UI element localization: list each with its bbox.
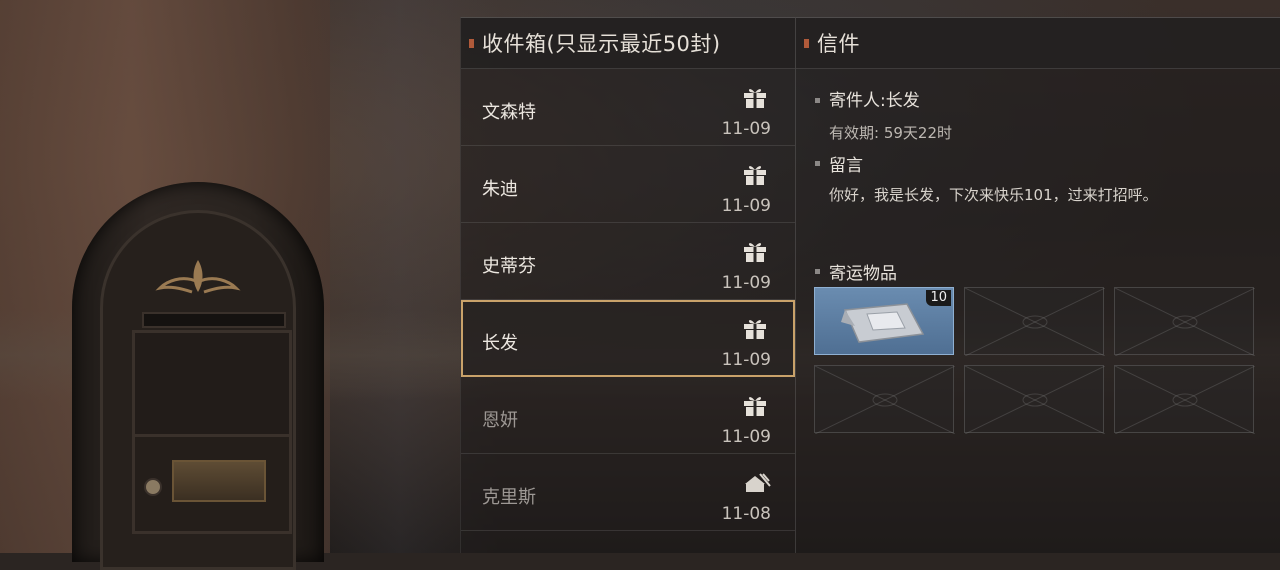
mail-item[interactable]: 恩妍 11-09: [461, 377, 795, 454]
mailbox-panel: [132, 330, 292, 450]
attachment-slot-empty[interactable]: [814, 365, 955, 434]
inbox-title: 收件箱(只显示最近50封): [482, 32, 721, 56]
mail-date: 11-09: [721, 273, 771, 293]
mail-date: 11-09: [721, 350, 771, 370]
mailbox-illustration: [72, 182, 324, 570]
inbox-header: 收件箱(只显示最近50封): [461, 18, 795, 69]
mail-item[interactable]: 文森特 11-09: [461, 69, 795, 146]
mail-sender: 史蒂芬: [482, 256, 536, 277]
letter-title: 信件: [817, 32, 860, 56]
bullet-message: [815, 161, 820, 166]
validity-text: 有效期: 59天22时: [829, 124, 952, 142]
letter-panel: 信件 寄件人:长发 有效期: 59天22时 留言 你好，我是长发，下次来快乐10…: [795, 17, 1280, 553]
mailbox-nameplate: [172, 460, 266, 502]
mailbox-lock: [144, 478, 162, 496]
mail-item[interactable]: 克里斯 11-08: [461, 454, 795, 531]
attachments-label: 寄运物品: [829, 264, 897, 284]
bullet-attachments: [815, 269, 820, 274]
mail-date: 11-09: [721, 427, 771, 447]
attachment-count: 10: [926, 290, 951, 306]
attachment-slot-empty[interactable]: [964, 287, 1105, 356]
mail-item-selected[interactable]: 长发 11-09: [461, 300, 795, 377]
mailbox-ornament: [155, 260, 241, 294]
gift-icon: [743, 164, 767, 186]
gift-icon: [743, 241, 767, 263]
mailbox-slot: [142, 312, 286, 328]
attachment-slot-empty[interactable]: [964, 365, 1105, 434]
header-marker: [469, 38, 474, 48]
mail-sender: 朱迪: [482, 179, 518, 200]
mail-item[interactable]: 史蒂芬 11-09: [461, 223, 795, 300]
bullet-sender: [815, 98, 820, 103]
gift-claimed-icon: [743, 472, 771, 494]
attachment-slot-empty[interactable]: [1114, 365, 1255, 434]
mail-date: 11-08: [721, 504, 771, 524]
letter-header: 信件: [796, 18, 1280, 69]
gift-icon: [743, 87, 767, 109]
gift-icon: [743, 318, 767, 340]
message-text: 你好，我是长发，下次来快乐101，过来打招呼。: [829, 186, 1158, 204]
mail-item[interactable]: 朱迪 11-09: [461, 146, 795, 223]
inbox-panel: 收件箱(只显示最近50封) 文森特 11-09 朱迪 11-09 史蒂芬 11-09 长发 1…: [460, 17, 795, 553]
attachment-slot-filled[interactable]: 10: [814, 287, 954, 355]
mail-sender: 克里斯: [482, 487, 536, 508]
mail-sender: 长发: [482, 333, 518, 354]
header-marker: [804, 38, 809, 48]
mail-list: 文森特 11-09 朱迪 11-09 史蒂芬 11-09 长发 11-09 恩妍 11-09 克里斯…: [461, 69, 795, 531]
mail-date: 11-09: [721, 119, 771, 139]
message-label: 留言: [829, 156, 863, 176]
sender-line: 寄件人:长发: [829, 91, 920, 111]
mail-sender: 恩妍: [482, 410, 518, 431]
gift-icon: [743, 395, 767, 417]
attachment-slot-empty[interactable]: [1114, 287, 1255, 356]
mail-sender: 文森特: [482, 102, 536, 123]
mail-date: 11-09: [721, 196, 771, 216]
